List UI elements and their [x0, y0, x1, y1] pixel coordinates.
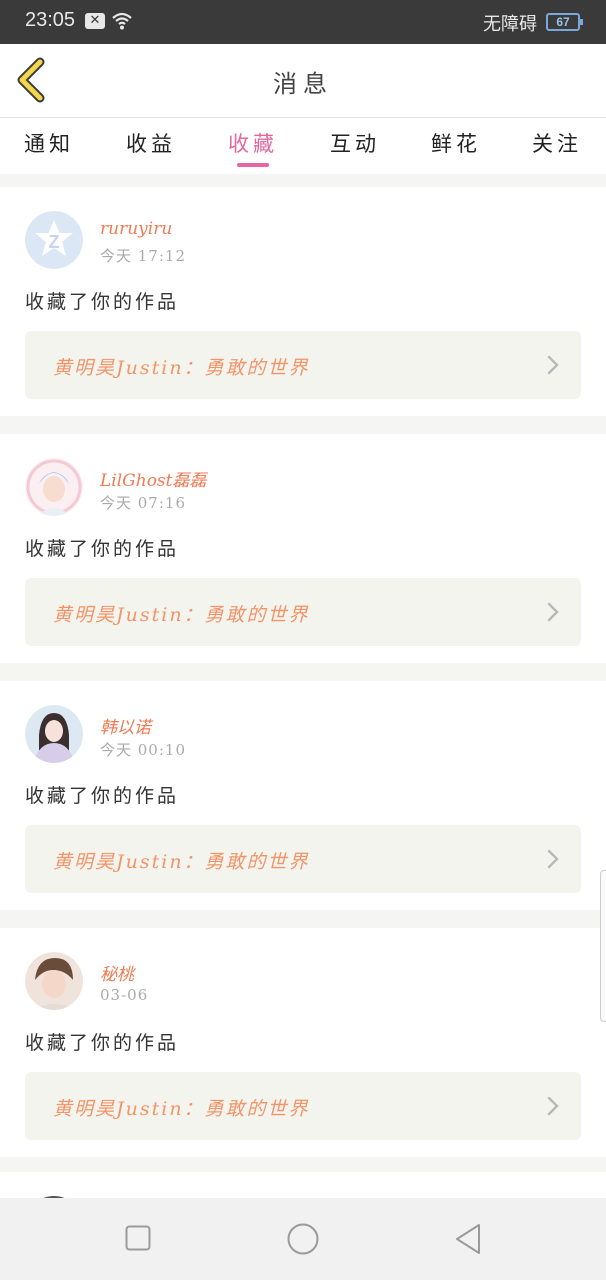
system-nav-bar: [0, 1198, 606, 1280]
message-card: 韩以诺 今天 00:10 收藏了你的作品 黄明昊Justin：勇敢的世界: [0, 681, 606, 910]
timestamp: 今天 17:12: [100, 247, 186, 265]
tab-flowers[interactable]: 鲜花: [416, 128, 496, 158]
message-list: Z ruruyiru 今天 17:12 收藏了你的作品 黄明昊Justin：勇敢…: [0, 187, 606, 1175]
page-title: 消息: [273, 70, 333, 98]
action-text: 收藏了你的作品: [25, 785, 180, 807]
square-icon: [125, 1225, 151, 1251]
circle-icon: [287, 1223, 319, 1255]
tab-earnings[interactable]: 收益: [111, 128, 191, 158]
wifi-icon: [111, 10, 133, 36]
chevron-right-icon: [547, 849, 559, 869]
action-text: 收藏了你的作品: [25, 538, 180, 560]
chevron-right-icon: [547, 602, 559, 622]
avatar[interactable]: [25, 705, 83, 763]
timestamp: 今天 07:16: [100, 494, 186, 512]
work-title: 黄明昊Justin：勇敢的世界: [53, 851, 310, 873]
user-photo-avatar: [25, 458, 83, 516]
action-text: 收藏了你的作品: [25, 1032, 180, 1054]
avatar[interactable]: [25, 458, 83, 516]
chevron-right-icon: [547, 355, 559, 375]
avatar[interactable]: Z: [25, 211, 83, 269]
default-avatar-icon: Z: [25, 211, 83, 269]
username[interactable]: ruruyiru: [100, 219, 172, 239]
work-link[interactable]: 黄明昊Justin：勇敢的世界: [25, 578, 581, 646]
tab-favorites[interactable]: 收藏: [213, 128, 293, 158]
work-title: 黄明昊Justin：勇敢的世界: [53, 357, 310, 379]
work-link[interactable]: 黄明昊Justin：勇敢的世界: [25, 331, 581, 399]
message-card: Z ruruyiru 今天 17:12 收藏了你的作品 黄明昊Justin：勇敢…: [0, 187, 606, 416]
work-link[interactable]: 黄明昊Justin：勇敢的世界: [25, 1072, 581, 1140]
battery-indicator: 67: [546, 13, 583, 31]
active-tab-indicator: [237, 163, 269, 167]
tab-interactions[interactable]: 互动: [315, 128, 395, 158]
status-time: 23:05: [25, 9, 76, 31]
back-nav-button[interactable]: [454, 1223, 482, 1259]
timestamp: 今天 00:10: [100, 741, 186, 759]
message-card: 秘桃 03-06 收藏了你的作品 黄明昊Justin：勇敢的世界: [0, 928, 606, 1157]
work-title: 黄明昊Justin：勇敢的世界: [53, 1098, 310, 1120]
username[interactable]: LilGhost磊磊: [100, 466, 206, 491]
triangle-back-icon: [456, 1224, 480, 1254]
header: 消息: [0, 44, 606, 118]
tab-notifications[interactable]: 通知: [9, 128, 89, 158]
svg-text:Z: Z: [49, 232, 60, 252]
avatar[interactable]: [25, 952, 83, 1010]
accessibility-label: 无障碍: [483, 14, 537, 35]
edge-scroll-handle[interactable]: [600, 870, 606, 1022]
chevron-right-icon: [547, 1096, 559, 1116]
timestamp: 03-06: [100, 986, 149, 1004]
tab-following[interactable]: 关注: [517, 128, 597, 158]
work-link[interactable]: 黄明昊Justin：勇敢的世界: [25, 825, 581, 893]
username[interactable]: 秘桃: [100, 960, 134, 985]
user-photo-avatar: [25, 952, 83, 1010]
recent-apps-button[interactable]: [125, 1223, 151, 1257]
tab-bar: 通知 收益 收藏 互动 鲜花 关注: [0, 118, 606, 174]
user-photo-avatar: [25, 705, 83, 763]
home-button[interactable]: [287, 1223, 319, 1259]
status-bar: 23:05 ✕ 无障碍 67: [0, 0, 606, 44]
notification-icon: ✕: [85, 13, 105, 29]
username[interactable]: 韩以诺: [100, 713, 151, 738]
work-title: 黄明昊Justin：勇敢的世界: [53, 604, 310, 626]
action-text: 收藏了你的作品: [25, 291, 180, 313]
message-card: LilGhost磊磊 今天 07:16 收藏了你的作品 黄明昊Justin：勇敢…: [0, 434, 606, 663]
